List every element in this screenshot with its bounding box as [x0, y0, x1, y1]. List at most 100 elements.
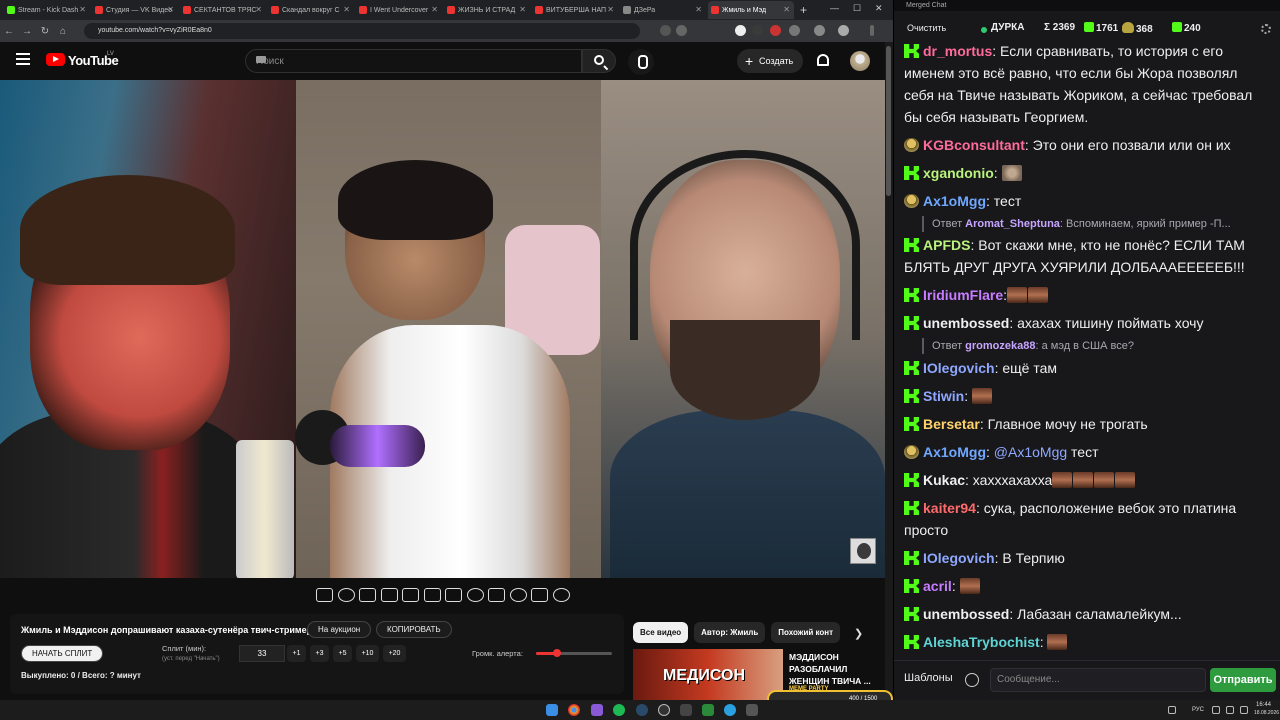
chat-username[interactable]: unembossed [923, 315, 1009, 331]
chat-username[interactable]: KGBconsultant [923, 137, 1025, 153]
clapper-icon[interactable] [380, 588, 398, 602]
chat-username[interactable]: acril [923, 578, 952, 594]
notifications-bell-icon[interactable] [817, 54, 829, 66]
chat-username[interactable]: IridiumFlare [923, 287, 1003, 303]
settings-gear-icon[interactable] [1261, 24, 1271, 34]
close-window-icon[interactable]: ✕ [875, 3, 883, 14]
clock-time[interactable]: 16:44 [1256, 702, 1271, 708]
add-box-icon[interactable] [488, 588, 506, 602]
tab-close-icon[interactable]: ✕ [167, 5, 174, 14]
copy-button[interactable]: КОПИРОВАТЬ [376, 621, 452, 638]
keyboard-icon[interactable] [256, 56, 266, 63]
subtitles-icon[interactable] [423, 588, 441, 602]
search-button[interactable] [582, 49, 616, 73]
tab-close-icon[interactable]: ✕ [695, 5, 702, 14]
download-icon[interactable] [814, 25, 825, 36]
extension-icon[interactable] [789, 25, 800, 36]
add-minutes-button[interactable]: +5 [333, 645, 352, 662]
chat-reply-preview[interactable]: Ответ gromozeka88: а мэд в США все? [922, 338, 1272, 354]
reply-username[interactable]: Aromat_Sheptuna [965, 218, 1060, 230]
templates-button[interactable]: Шаблоны [904, 672, 953, 684]
extension-icon[interactable] [660, 25, 671, 36]
flask-icon[interactable] [531, 588, 549, 602]
tab-close-icon[interactable]: ✕ [255, 5, 262, 14]
crop-icon[interactable] [402, 588, 420, 602]
volume-icon[interactable] [1226, 706, 1234, 714]
tray-chevron-icon[interactable] [1168, 706, 1176, 714]
clock-date[interactable]: 18.08.2026 [1254, 710, 1279, 716]
loop-icon[interactable] [316, 588, 333, 602]
browser-tab[interactable]: I Went Undercover ✕ [356, 1, 442, 19]
clear-button[interactable]: Очистить [903, 19, 950, 37]
chip-author[interactable]: Автор: Жмиль [694, 622, 766, 643]
broadcast-icon[interactable] [337, 588, 355, 602]
avatar[interactable] [850, 51, 870, 71]
browser-tab[interactable]: СЕКТАНТОВ ТРЯС ✕ [180, 1, 266, 19]
minimize-icon[interactable]: — [830, 3, 839, 13]
chat-mention[interactable]: @Ax1oMgg [994, 444, 1067, 460]
alert-volume-slider[interactable] [536, 649, 612, 657]
telegram-icon[interactable] [724, 704, 736, 716]
browser-tab-active[interactable]: Жмиль и Мэд ✕ [708, 1, 794, 19]
browser-tab[interactable]: ВИТУБЕРША НАП ✕ [532, 1, 618, 19]
profile-icon[interactable] [838, 25, 849, 36]
pip-icon[interactable] [359, 588, 377, 602]
channel-watermark-icon[interactable] [850, 538, 876, 564]
gear-icon[interactable] [552, 588, 570, 602]
forward-icon[interactable]: → [18, 26, 36, 37]
chat-username[interactable]: unembossed [923, 606, 1009, 622]
chat-username[interactable]: Ax1oMgg [923, 444, 986, 460]
scrollbar-thumb[interactable] [886, 46, 891, 196]
home-icon[interactable]: ⌂ [54, 26, 72, 37]
split-minutes-input[interactable]: 33 [239, 645, 285, 662]
chat-username[interactable]: AleshaTrybochist [923, 634, 1040, 650]
recommended-video-thumbnail[interactable]: МЕДИСОН [633, 649, 783, 700]
chip-all-videos[interactable]: Все видео [633, 622, 689, 643]
chat-username[interactable]: xgandonio [923, 165, 994, 181]
start-split-button[interactable]: НАЧАТЬ СПЛИТ [21, 645, 104, 662]
spotify-icon[interactable] [613, 704, 625, 716]
create-button[interactable]: + Создать [737, 49, 803, 73]
chat-username[interactable]: kaiter94 [923, 500, 976, 516]
hamburger-menu-icon[interactable] [16, 53, 30, 65]
recommended-video-title[interactable]: МЭДДИСОН РАЗОБЛАЧИЛ ЖЕНЩИН ТВИЧА ... [789, 651, 879, 687]
extension-icon[interactable] [735, 25, 746, 36]
chat-username[interactable]: Stiwin [923, 388, 964, 404]
language-indicator[interactable]: РУС [1192, 707, 1204, 713]
chat-username[interactable]: dr_mortus [923, 43, 992, 59]
app-icon[interactable] [680, 704, 692, 716]
send-button[interactable]: Отправить [1210, 668, 1276, 692]
speed-icon[interactable] [466, 588, 484, 602]
extension-icon[interactable] [676, 25, 687, 36]
youtube-logo-icon[interactable] [46, 53, 65, 66]
browser-tab[interactable]: ДЗеРа ✕ [620, 1, 706, 19]
chrome-icon[interactable] [568, 704, 580, 716]
menu-dots-icon[interactable] [870, 25, 874, 36]
new-tab-icon[interactable]: + [800, 3, 807, 17]
maximize-icon[interactable]: ☐ [853, 3, 861, 14]
obs-icon[interactable] [658, 704, 670, 716]
reload-icon[interactable]: ↻ [36, 26, 54, 37]
auction-button[interactable]: На аукцион [307, 621, 372, 638]
tab-close-icon[interactable]: ✕ [519, 5, 526, 14]
add-minutes-button[interactable]: +1 [287, 645, 306, 662]
add-minutes-button[interactable]: +20 [383, 645, 406, 662]
add-minutes-button[interactable]: +3 [310, 645, 329, 662]
emoji-picker-icon[interactable] [965, 673, 979, 687]
search-input[interactable]: Поиск [245, 49, 582, 73]
chat-username[interactable]: Ax1oMgg [923, 193, 986, 209]
voice-search-button[interactable] [628, 49, 654, 75]
add-box-icon[interactable] [445, 588, 463, 602]
app-icon[interactable] [591, 704, 603, 716]
chat-username[interactable]: IOlegovich [923, 550, 995, 566]
app-icon[interactable] [702, 704, 714, 716]
chat-message-list[interactable]: dr_mortus: Если сравнивать, то история с… [894, 40, 1280, 660]
battery-icon[interactable] [1240, 706, 1248, 714]
browser-tab[interactable]: Скандал вокруг С ✕ [268, 1, 354, 19]
browser-tab[interactable]: Stream - Kick Dash ✕ [4, 1, 90, 19]
chevron-right-icon[interactable]: ❯ [854, 627, 863, 640]
back-icon[interactable]: ← [0, 26, 18, 37]
video-player[interactable] [0, 80, 885, 578]
tab-close-icon[interactable]: ✕ [783, 5, 790, 14]
extension-icon[interactable] [770, 25, 781, 36]
